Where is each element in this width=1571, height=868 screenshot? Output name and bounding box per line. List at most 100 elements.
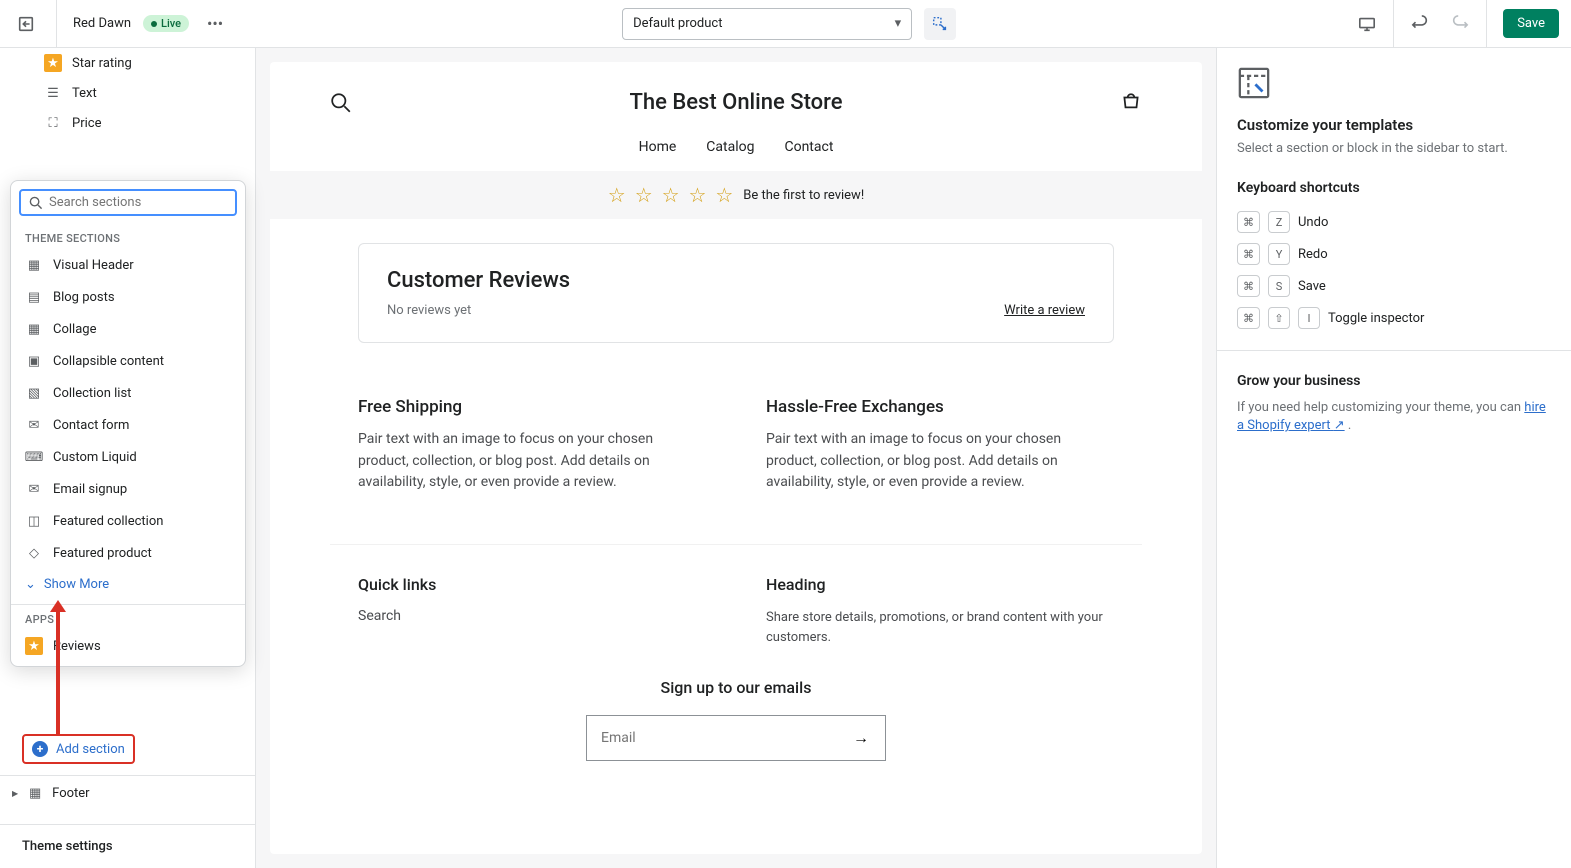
email-wrap: → xyxy=(586,715,886,761)
popup-item[interactable]: ✉Contact form xyxy=(11,409,245,441)
kbd-key: ⌘ xyxy=(1237,243,1260,265)
kbd-key: S xyxy=(1268,275,1290,297)
section-icon: ▦ xyxy=(25,256,43,274)
preview-content: The Best Online Store Home Catalog Conta… xyxy=(270,62,1202,854)
section-label: Email signup xyxy=(53,482,127,497)
no-reviews-text: No reviews yet xyxy=(387,303,471,318)
section-icon: ✉ xyxy=(25,416,43,434)
feature-title: Free Shipping xyxy=(358,397,706,417)
email-input[interactable] xyxy=(587,716,837,760)
sidebar-item-star-rating[interactable]: ★Star rating xyxy=(0,48,255,78)
kbd-key: Y xyxy=(1268,243,1290,265)
popup-item[interactable]: ◇Featured product xyxy=(11,537,245,569)
section-icon: ▣ xyxy=(25,352,43,370)
dots-icon: ••• xyxy=(207,14,223,33)
topbar-left: Red Dawn Live ••• xyxy=(12,0,229,48)
badge-text: Live xyxy=(161,17,181,30)
theme-settings-button[interactable]: Theme settings xyxy=(0,824,255,868)
popup-item[interactable]: ◫Featured collection xyxy=(11,505,245,537)
exit-button[interactable] xyxy=(12,10,40,38)
section-label: Blog posts xyxy=(53,290,115,305)
inspector-button[interactable] xyxy=(924,8,956,40)
badge-dot xyxy=(151,21,157,27)
kbd-row: ⌘ Y Redo xyxy=(1237,238,1551,270)
nav-catalog[interactable]: Catalog xyxy=(706,139,754,155)
feature-title: Hassle-Free Exchanges xyxy=(766,397,1114,417)
undo-icon xyxy=(1411,15,1429,33)
redo-button[interactable] xyxy=(1442,6,1478,42)
kbd-title: Keyboard shortcuts xyxy=(1237,180,1551,196)
nav-contact[interactable]: Contact xyxy=(784,139,833,155)
sidebar-label: Price xyxy=(72,116,101,131)
popup-item[interactable]: ✉ Email signup xyxy=(11,473,245,505)
reviews-row: No reviews yet Write a review xyxy=(387,303,1085,318)
search-input[interactable] xyxy=(49,195,227,210)
grow-body: If you need help customizing your theme,… xyxy=(1237,399,1551,435)
sidebar-label: Text xyxy=(72,86,97,101)
heading-col: Heading Share store details, promotions,… xyxy=(766,575,1114,648)
signup: Sign up to our emails → xyxy=(330,658,1142,781)
topbar: Red Dawn Live ••• Default product ▾ Save xyxy=(0,0,1571,48)
kbd-row: ⌘ Z Undo xyxy=(1237,206,1551,238)
footer-icon: ▦ xyxy=(26,784,44,802)
chevron-down-icon: ⌄ xyxy=(25,577,36,592)
inspector-icon xyxy=(931,15,949,33)
section-picker-popup: THEME SECTIONS ▦Visual Header▤Blog posts… xyxy=(10,180,246,667)
viewport-button[interactable] xyxy=(1349,6,1385,42)
show-more-label: Show More xyxy=(44,577,109,592)
search-icon[interactable] xyxy=(330,92,352,114)
sidebar-item-price[interactable]: ⛶Price xyxy=(0,108,255,138)
customize-title: Customize your templates xyxy=(1237,116,1551,134)
search-field[interactable] xyxy=(19,189,237,216)
popup-item[interactable]: ▦ Visual Header xyxy=(11,249,245,281)
sidebar-label: Star rating xyxy=(72,56,132,71)
email-submit[interactable]: → xyxy=(837,716,885,760)
kbd-key: ⌘ xyxy=(1237,275,1260,297)
popup-item[interactable]: ▤ Blog posts xyxy=(11,281,245,313)
nav-home[interactable]: Home xyxy=(639,139,677,155)
popup-item[interactable]: ▧Collection list xyxy=(11,377,245,409)
kbd-row: ⌘SSave xyxy=(1237,270,1551,302)
customize-sub: Select a section or block in the sidebar… xyxy=(1237,140,1551,158)
topbar-right: Save xyxy=(1349,0,1559,48)
show-more[interactable]: ⌄ Show More xyxy=(11,569,245,600)
kbd-key: Z xyxy=(1268,211,1290,233)
kbd-label: Redo xyxy=(1298,247,1328,262)
sidebar-item-text[interactable]: ☰Text xyxy=(0,78,255,108)
popup-item[interactable]: ★Reviews xyxy=(11,630,245,662)
right-panel: Customize your templates Select a sectio… xyxy=(1216,48,1571,868)
section-icon: ▤ xyxy=(25,288,43,306)
kbd-label: Undo xyxy=(1298,215,1328,230)
template-select[interactable]: Default product ▾ xyxy=(622,8,912,40)
separator xyxy=(1486,0,1487,48)
sidebar-footer-row[interactable]: ▶ ▦ Footer xyxy=(0,775,255,810)
sidebar: ★Star rating ☰Text ⛶Price THEME SECTIONS… xyxy=(0,48,256,868)
signup-title: Sign up to our emails xyxy=(330,678,1142,697)
save-button[interactable]: Save xyxy=(1503,9,1559,38)
popup-item[interactable]: ▣Collapsible content xyxy=(11,345,245,377)
footer-label: Footer xyxy=(52,786,89,801)
stars-icon: ☆ ☆ ☆ ☆ ☆ xyxy=(608,183,736,207)
section-icon: ◇ xyxy=(25,544,43,562)
quick-link-search[interactable]: Search xyxy=(358,608,401,624)
popup-item[interactable]: ▦Collage xyxy=(11,313,245,345)
section-label: Reviews xyxy=(53,639,101,654)
arrow-right-icon: → xyxy=(853,728,869,747)
section-label: Custom Liquid xyxy=(53,450,137,465)
popup-item[interactable]: ⌨ Custom Liquid xyxy=(11,441,245,473)
add-section-button[interactable]: + Add section xyxy=(22,734,135,764)
section-label: Featured collection xyxy=(53,514,163,529)
cart-icon[interactable] xyxy=(1120,92,1142,114)
write-review-link[interactable]: Write a review xyxy=(1004,303,1085,318)
kbd-key: ⌘ xyxy=(1237,211,1260,233)
kbd-key: ⇧ xyxy=(1268,307,1290,329)
section-icon: ✉ xyxy=(25,480,43,498)
section-icon: ⌨ xyxy=(25,448,43,466)
main: ★Star rating ☰Text ⛶Price THEME SECTIONS… xyxy=(0,48,1571,868)
undo-button[interactable] xyxy=(1402,6,1438,42)
section-icon: ▦ xyxy=(25,320,43,338)
section-label: Visual Header xyxy=(53,258,134,273)
topbar-center: Default product ▾ xyxy=(237,8,1341,40)
reviews-box: Customer Reviews No reviews yet Write a … xyxy=(358,243,1114,343)
more-button[interactable]: ••• xyxy=(201,10,229,38)
